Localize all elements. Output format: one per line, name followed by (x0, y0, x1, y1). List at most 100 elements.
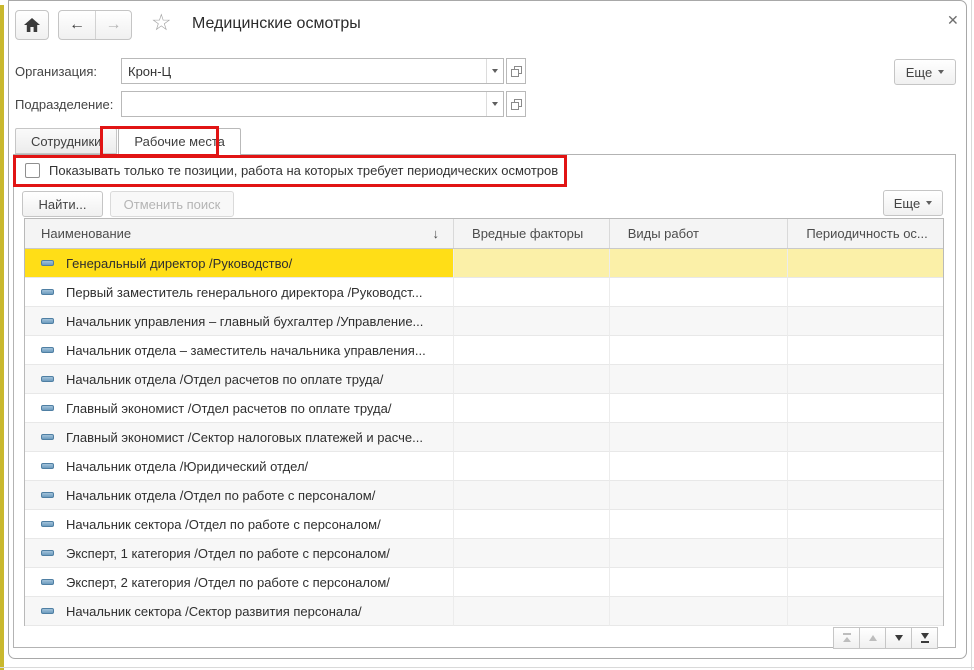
go-top-icon (842, 633, 851, 642)
chevron-down-icon (938, 70, 945, 74)
tab-employees[interactable]: Сотрудники (15, 128, 118, 154)
row-name: Генеральный директор /Руководство/ (66, 255, 293, 271)
row-cell (788, 568, 943, 597)
row-cell (454, 336, 610, 365)
close-icon[interactable]: ✕ (947, 12, 959, 29)
show-only-periodic-checkbox[interactable] (25, 163, 40, 178)
table-row[interactable]: Начальник отдела – заместитель начальник… (25, 336, 943, 365)
table-row[interactable]: Первый заместитель генерального директор… (25, 278, 943, 307)
table-row[interactable]: Эксперт, 1 категория /Отдел по работе с … (25, 539, 943, 568)
position-icon (41, 289, 54, 295)
position-icon (41, 579, 54, 585)
department-open-button[interactable] (506, 91, 526, 117)
tab-workplaces[interactable]: Рабочие места (118, 128, 241, 156)
table-row[interactable]: Генеральный директор /Руководство/ (25, 249, 943, 278)
row-cell (454, 568, 610, 597)
column-header-name[interactable]: Наименование ↓ (25, 219, 455, 248)
organization-dropdown-button[interactable] (486, 59, 503, 83)
screen-edge-right (971, 0, 972, 670)
move-up-button[interactable] (859, 627, 886, 649)
row-cell (788, 452, 943, 481)
column-header-harmful-factors[interactable]: Вредные факторы (454, 219, 610, 248)
table-row[interactable]: Начальник сектора /Отдел по работе с пер… (25, 510, 943, 539)
position-icon (41, 521, 54, 527)
row-name-cell: Начальник отдела /Отдел расчетов по опла… (25, 365, 455, 394)
row-name-cell: Начальник отдела /Отдел по работе с перс… (25, 481, 455, 510)
column-header-label: Наименование (41, 226, 132, 241)
move-down-button[interactable] (885, 627, 912, 649)
table-row[interactable]: Начальник отдела /Отдел расчетов по опла… (25, 365, 943, 394)
open-form-icon (510, 98, 522, 110)
more-button-label: Еще (893, 195, 921, 211)
row-cell (454, 423, 610, 452)
row-name: Начальник отдела – заместитель начальник… (66, 342, 426, 358)
row-name: Главный экономист /Отдел расчетов по опл… (66, 400, 392, 416)
row-name-cell: Начальник сектора /Отдел по работе с пер… (25, 510, 455, 539)
organization-input[interactable]: Крон-Ц (121, 58, 504, 84)
table-row[interactable]: Начальник управления – главный бухгалтер… (25, 307, 943, 336)
tab-bar: Сотрудники Рабочие места (15, 128, 242, 156)
row-name-cell: Эксперт, 2 категория /Отдел по работе с … (25, 568, 455, 597)
move-down-icon (894, 635, 903, 641)
department-dropdown-button[interactable] (486, 92, 503, 116)
more-button-list[interactable]: Еще (883, 190, 943, 216)
row-cell (454, 597, 610, 626)
row-cell (609, 568, 789, 597)
row-name-cell: Генеральный директор /Руководство/ (25, 249, 455, 278)
row-cell (454, 539, 610, 568)
home-button[interactable] (15, 10, 49, 40)
department-input[interactable] (121, 91, 504, 117)
forward-icon: → (105, 16, 122, 33)
table-row[interactable]: Главный экономист /Отдел расчетов по опл… (25, 394, 943, 423)
table-row[interactable]: Начальник отдела /Юридический отдел/ (25, 452, 943, 481)
row-cell (609, 249, 789, 278)
table-row[interactable]: Начальник сектора /Сектор развития персо… (25, 597, 943, 626)
row-name-cell: Начальник отдела – заместитель начальник… (25, 336, 455, 365)
table-body: Генеральный директор /Руководство/Первый… (25, 249, 943, 626)
position-icon (41, 347, 54, 353)
row-cell (454, 394, 610, 423)
row-cell (609, 278, 789, 307)
row-name: Первый заместитель генерального директор… (66, 284, 423, 300)
row-cell (454, 278, 610, 307)
favorite-star-icon[interactable]: ☆ (151, 11, 172, 34)
go-first-button[interactable] (833, 627, 860, 649)
position-icon (41, 405, 54, 411)
row-cell (454, 452, 610, 481)
organization-open-button[interactable] (506, 58, 526, 84)
organization-label: Организация: (15, 64, 98, 79)
filter-checkbox-row[interactable]: Показывать только те позиции, работа на … (25, 163, 558, 178)
column-header-work-types[interactable]: Виды работ (610, 219, 789, 248)
table-row[interactable]: Главный экономист /Сектор налоговых плат… (25, 423, 943, 452)
go-last-button[interactable] (911, 627, 938, 649)
screen-edge-bottom (0, 667, 974, 668)
row-cell (454, 510, 610, 539)
back-button[interactable]: ← (59, 11, 95, 39)
position-icon (41, 376, 54, 382)
row-name: Начальник отдела /Отдел расчетов по опла… (66, 371, 384, 387)
position-icon (41, 492, 54, 498)
column-header-periodicity[interactable]: Периодичность ос... (788, 219, 943, 248)
position-icon (41, 260, 54, 266)
row-cell (788, 278, 943, 307)
row-name-cell: Главный экономист /Отдел расчетов по опл… (25, 394, 455, 423)
position-icon (41, 608, 54, 614)
cancel-search-button[interactable]: Отменить поиск (110, 191, 234, 217)
medical-exams-window: ← → ☆ Медицинские осмотры ✕ Организация:… (8, 0, 967, 659)
more-button-top[interactable]: Еще (894, 59, 956, 85)
table-row[interactable]: Начальник отдела /Отдел по работе с перс… (25, 481, 943, 510)
row-cell (609, 365, 789, 394)
row-name: Начальник сектора /Отдел по работе с пер… (66, 516, 381, 532)
back-icon: ← (69, 16, 85, 33)
row-name: Начальник отдела /Юридический отдел/ (66, 458, 309, 474)
row-name: Эксперт, 2 категория /Отдел по работе с … (66, 574, 390, 590)
organization-value: Крон-Ц (128, 64, 172, 79)
row-name: Начальник управления – главный бухгалтер… (66, 313, 424, 329)
row-cell (788, 336, 943, 365)
row-cell (788, 394, 943, 423)
row-name-cell: Начальник управления – главный бухгалтер… (25, 307, 455, 336)
find-button[interactable]: Найти... (22, 191, 103, 217)
go-bottom-icon (920, 633, 929, 643)
forward-button[interactable]: → (95, 11, 131, 39)
table-row[interactable]: Эксперт, 2 категория /Отдел по работе с … (25, 568, 943, 597)
